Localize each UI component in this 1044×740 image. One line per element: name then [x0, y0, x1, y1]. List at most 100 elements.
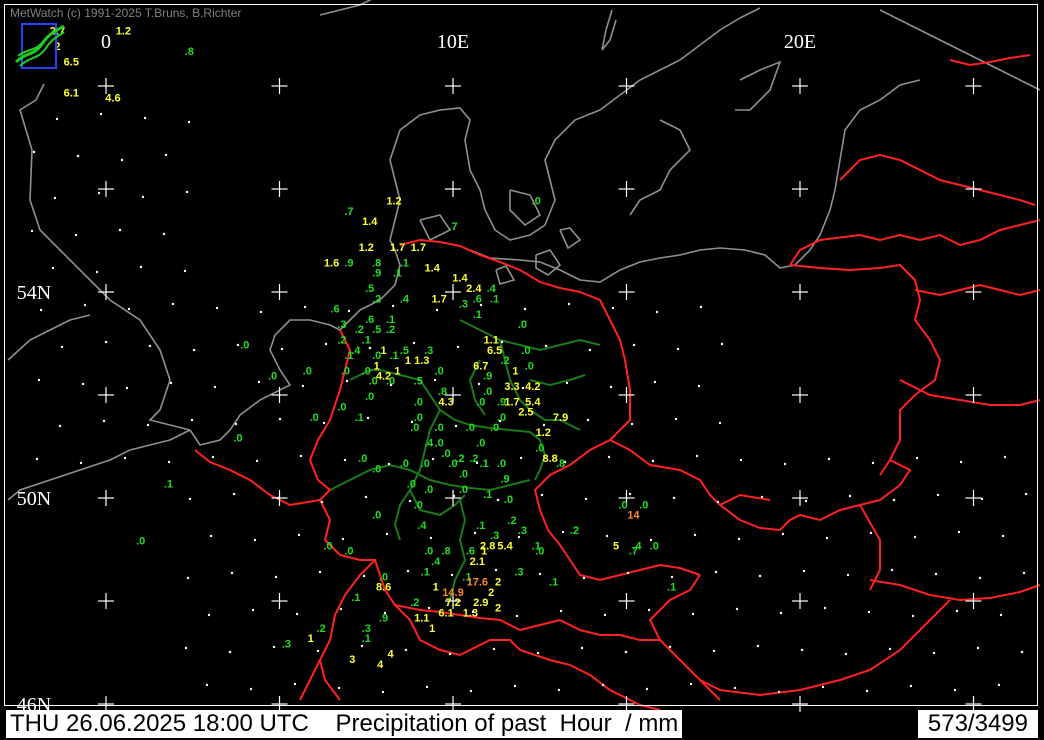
station-dot [99, 112, 103, 116]
station-dot [892, 498, 896, 502]
station-dot [976, 646, 980, 650]
precip-value: 1.2 [386, 195, 401, 207]
precip-value: .3 [518, 525, 527, 537]
station-dot [102, 419, 106, 423]
station-dot [890, 568, 894, 572]
station-dot [888, 647, 892, 651]
coast-line [735, 60, 782, 111]
station-dot [697, 384, 701, 388]
precip-value: .0 [650, 541, 659, 553]
station-dot [205, 683, 209, 687]
station-dot [74, 233, 78, 237]
station-dot [454, 424, 458, 428]
lat-label: 50N [17, 488, 51, 510]
coast-line [559, 227, 582, 250]
precip-value: .1 [473, 309, 482, 321]
station-dot [521, 386, 525, 390]
station-dot [1020, 650, 1024, 654]
precip-value: .1 [389, 350, 398, 362]
station-dot [58, 424, 62, 428]
station-dot [450, 573, 454, 577]
station-dot [236, 343, 240, 347]
station-dot [427, 606, 431, 610]
station-dot [492, 647, 496, 651]
precip-value: .0 [476, 396, 485, 408]
station-dot [586, 418, 590, 422]
station-dot [957, 530, 961, 534]
station-dot [712, 649, 716, 653]
precip-value: 14 [627, 510, 640, 522]
station-dot [404, 648, 408, 652]
station-dot [167, 460, 171, 464]
precip-value: 2 [488, 587, 494, 599]
precip-value: .0 [303, 365, 312, 377]
station-dot [825, 536, 829, 540]
precip-value: 1.4 [362, 216, 378, 228]
precip-value: .7 [344, 206, 353, 218]
station-dot [867, 610, 871, 614]
precip-value: .1 [393, 268, 402, 280]
precip-value: .0 [535, 546, 544, 558]
precip-value: .4 [400, 293, 410, 305]
border-line [569, 664, 661, 711]
station-dot [632, 343, 636, 347]
station-dot [429, 536, 433, 540]
precip-value: .1 [351, 592, 360, 604]
station-dot [322, 421, 326, 425]
precipitation-map[interactable]: 0 10E 20E54N50N46N 2.7 1.226.5.86.1 4.6.01.2… [0, 0, 1044, 740]
station-dot [143, 116, 147, 120]
station-dot [230, 571, 234, 575]
precip-value: .1 [164, 479, 173, 491]
station-dot [603, 613, 607, 617]
precip-value: 1.1 [414, 613, 429, 625]
station-dot [234, 422, 238, 426]
lon-label: 20E [784, 31, 816, 53]
precip-value: .0 [407, 479, 416, 491]
precip-value: .1 [480, 458, 489, 470]
station-dot [733, 686, 737, 690]
station-dot [95, 270, 99, 274]
precip-value: .0 [504, 494, 513, 506]
station-dot [628, 492, 632, 496]
precip-value: .0 [476, 438, 485, 450]
station-dot [272, 645, 276, 649]
station-dot [607, 455, 611, 459]
lon-label: 0 [101, 31, 111, 53]
precip-value: 8.6 [376, 582, 391, 594]
precip-value: .0 [414, 396, 423, 408]
station-dot [848, 494, 852, 498]
station-dot [169, 381, 173, 385]
station-dot [408, 499, 412, 503]
station-dot [187, 120, 191, 124]
station-dot [299, 454, 303, 458]
station-dot [251, 608, 255, 612]
station-dot [777, 690, 781, 694]
station-dot [559, 609, 563, 613]
station-dot [561, 530, 565, 534]
precip-value: 1.3 [463, 607, 478, 619]
station-dot [821, 685, 825, 689]
station-dot [435, 308, 439, 312]
station-dot [800, 648, 804, 652]
border-line [859, 504, 881, 591]
station-dot [869, 531, 873, 535]
station-dot [184, 646, 188, 650]
precip-value: .0 [372, 463, 381, 475]
precip-value: .0 [414, 499, 423, 511]
precip-value: .0 [323, 541, 332, 553]
station-dot [557, 688, 561, 692]
precip-value: 2.1 [470, 556, 485, 568]
station-dot [456, 345, 460, 349]
precip-value: .0 [466, 422, 475, 434]
precip-value: .0 [233, 432, 242, 444]
lat-label: 54N [17, 282, 51, 304]
station-dot [347, 309, 351, 313]
station-dot [469, 689, 473, 693]
precip-value: 3 [349, 654, 355, 666]
precip-value: 2 [495, 602, 501, 614]
precip-value: 2.5 [518, 407, 533, 419]
coast-line [879, 9, 1041, 91]
precip-value: .1 [355, 412, 364, 424]
precip-value: 1.4 [425, 262, 441, 274]
station-dot [171, 302, 175, 306]
